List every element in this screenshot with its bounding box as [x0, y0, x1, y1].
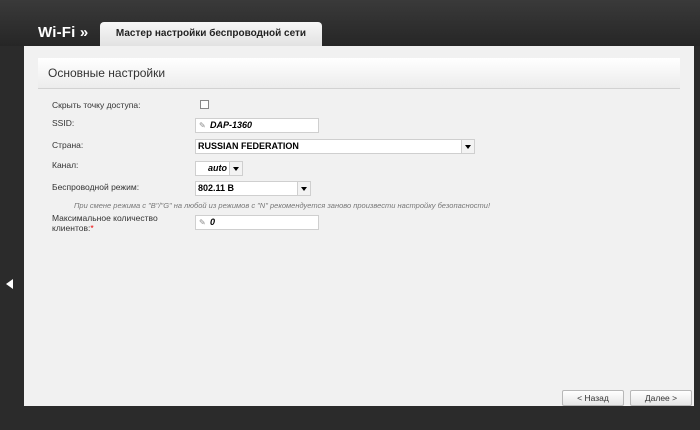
max-clients-value: 0: [210, 217, 216, 227]
next-button[interactable]: Далее >: [630, 390, 692, 406]
country-select[interactable]: RUSSIAN FEDERATION: [195, 139, 475, 154]
channel-label: Канал:: [52, 160, 79, 170]
panel-title: Основные настройки: [48, 66, 166, 80]
ssid-label: SSID:: [52, 118, 75, 128]
pencil-icon: ✎: [199, 121, 206, 130]
mode-select[interactable]: 802.11 B: [195, 181, 311, 196]
max-clients-label: Максимальное количество клиентов:*: [52, 213, 158, 233]
left-rail: [0, 46, 24, 430]
ssid-input[interactable]: ✎ DAP-1360: [195, 118, 319, 133]
max-clients-label-line2: клиентов:: [52, 223, 91, 233]
hide-ap-checkbox[interactable]: [200, 100, 209, 109]
ssid-value: DAP-1360: [210, 120, 253, 130]
security-hint: При смене режима с "B"/"G" на любой из р…: [74, 201, 491, 210]
back-button[interactable]: < Назад: [562, 390, 624, 406]
mode-value: 802.11 B: [198, 183, 235, 193]
tab-wizard[interactable]: Мастер настройки беспроводной сети: [100, 22, 322, 46]
country-label: Страна:: [52, 140, 84, 150]
channel-select[interactable]: auto: [195, 161, 243, 176]
section-title[interactable]: Wi-Fi »: [38, 24, 88, 41]
max-clients-input[interactable]: ✎ 0: [195, 215, 319, 230]
chevron-down-icon: [229, 162, 242, 175]
max-clients-label-line1: Максимальное количество: [52, 213, 158, 223]
hide-ap-label: Скрыть точку доступа:: [52, 100, 141, 110]
required-mark: *: [90, 223, 94, 233]
mode-label: Беспроводной режим:: [52, 182, 140, 192]
top-bar: Wi-Fi » Мастер настройки беспроводной се…: [0, 0, 700, 46]
chevron-down-icon: [297, 182, 310, 195]
settings-panel: Основные настройки Скрыть точку доступа:…: [38, 58, 692, 406]
content-area: Основные настройки Скрыть точку доступа:…: [24, 46, 694, 406]
channel-value: auto: [208, 163, 227, 173]
chevron-left-icon[interactable]: [6, 279, 13, 289]
country-value: RUSSIAN FEDERATION: [198, 141, 299, 151]
chevron-down-icon: [461, 140, 474, 153]
panel-header: Основные настройки: [38, 58, 680, 89]
pencil-icon: ✎: [199, 218, 206, 227]
